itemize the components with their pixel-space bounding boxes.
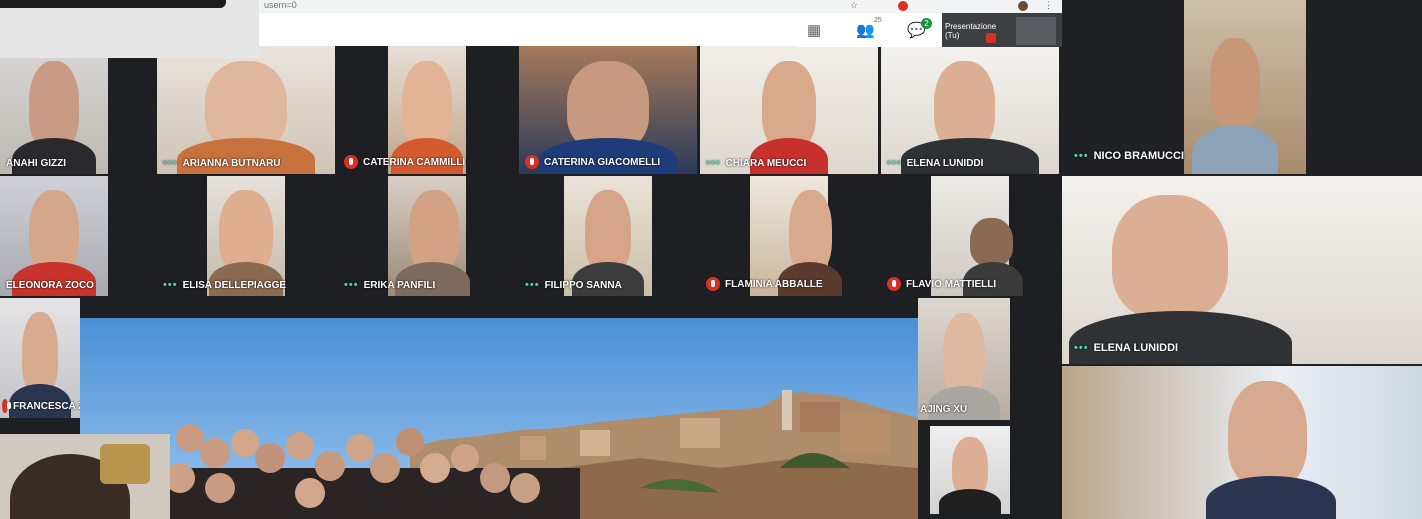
participant-tile[interactable]: ANAHI GIZZI — [0, 46, 108, 174]
spotlight-panel: ••• NICO BRAMUCCI ••• ELENA LUNIDDI — [1062, 0, 1422, 519]
participant-name: FRANCESCA ZOL — [13, 400, 80, 412]
mic-off-icon — [344, 155, 358, 169]
speaking-indicator-icon: ••• — [1074, 150, 1089, 162]
avatar[interactable] — [1018, 1, 1028, 11]
speaking-indicator-icon: ••• — [887, 157, 902, 169]
participant-name: ELENA LUNIDDI — [1093, 342, 1179, 354]
participant-tile[interactable] — [930, 426, 1010, 514]
speaking-indicator-icon: ••• — [163, 279, 178, 291]
speaking-indicator-icon: ••• — [163, 157, 178, 169]
menu-icon[interactable]: ⋮ — [1044, 0, 1053, 11]
stop-presenting-icon[interactable] — [986, 33, 996, 43]
participant-name: CHIARA MEUCCI — [725, 157, 807, 169]
participant-name: FILIPPO SANNA — [544, 279, 622, 291]
participant-name: CATERINA GIACOMELLI — [544, 156, 661, 168]
spotlight-tile[interactable]: ••• NICO BRAMUCCI — [1062, 0, 1422, 174]
participant-name: AJING XU — [920, 404, 968, 415]
participant-tile[interactable]: FLAMINIA ABBALLE — [700, 176, 878, 296]
speaking-indicator-icon: ••• — [525, 279, 540, 291]
participant-tile[interactable]: ••• FILIPPO SANNA — [519, 176, 697, 296]
participant-tile[interactable]: CATERINA CAMMILLI — [338, 46, 516, 174]
spotlight-tile[interactable]: ••• ELENA LUNIDDI — [1062, 176, 1422, 364]
browser-address-bar[interactable]: usern=0 ☆ ⋮ — [258, 0, 1062, 13]
chat-count-badge: 2 — [921, 18, 932, 29]
grid-icon[interactable]: ▦ — [807, 21, 821, 39]
participant-tile[interactable]: AJING XU — [918, 298, 1010, 420]
self-preview-thumbnail — [1016, 17, 1056, 45]
participant-tile[interactable]: CATERINA GIACOMELLI — [519, 46, 697, 174]
participant-name: FLAMINIA ABBALLE — [725, 278, 823, 290]
participant-tile[interactable]: ••• ARIANNA BUTNARU — [157, 46, 335, 174]
participant-name: ELENA LUNIDDI — [906, 157, 984, 169]
url-text: usern=0 — [264, 0, 297, 10]
participant-tile[interactable]: ••• ELENA LUNIDDI — [881, 46, 1059, 174]
participant-name: ELISA DELLEPIAGGE — [182, 279, 287, 291]
mic-off-icon — [2, 399, 11, 413]
group-photo-overlay — [80, 318, 918, 519]
mic-off-icon — [706, 277, 720, 291]
group-photo-illustration — [80, 318, 918, 519]
meet-toolbar: ▦ 👥 25 💬 2 — [792, 13, 942, 47]
spotlight-tile[interactable] — [1062, 366, 1422, 519]
participant-tile[interactable]: ••• ERIKA PANFILI — [338, 176, 516, 296]
overlay-portrait-image — [0, 434, 170, 519]
participant-name: FLAVIO MATTIELLI — [906, 278, 997, 290]
people-count: 25 — [874, 17, 882, 24]
extension-icon[interactable] — [898, 1, 908, 11]
speaking-indicator-icon: ••• — [344, 279, 359, 291]
participant-tile[interactable]: ••• CHIARA MEUCCI — [700, 46, 878, 174]
participant-tile[interactable]: FLAVIO MATTIELLI — [881, 176, 1059, 296]
speaking-indicator-icon: ••• — [1074, 342, 1089, 354]
overlay-laptop-image — [0, 0, 259, 58]
mic-off-icon — [887, 277, 901, 291]
participant-name: ELEONORA ZOCO — [6, 280, 94, 291]
participant-name: NICO BRAMUCCI — [1093, 150, 1185, 162]
people-icon[interactable]: 👥 — [856, 21, 875, 39]
speaking-indicator-icon: ••• — [706, 157, 721, 169]
participant-tile[interactable]: ELEONORA ZOCO — [0, 176, 108, 296]
participant-tile[interactable]: ••• ELISA DELLEPIAGGE — [157, 176, 335, 296]
participant-name: ERIKA PANFILI — [363, 279, 436, 291]
mic-off-icon — [525, 155, 539, 169]
participant-name: ANAHI GIZZI — [6, 158, 66, 169]
presentation-indicator[interactable]: Presentazione (Tu) — [942, 13, 1062, 47]
participant-name: ARIANNA BUTNARU — [182, 157, 281, 169]
participant-name: CATERINA CAMMILLI — [363, 156, 466, 168]
star-icon[interactable]: ☆ — [850, 0, 858, 11]
participant-tile[interactable]: FRANCESCA ZOL — [0, 298, 80, 418]
